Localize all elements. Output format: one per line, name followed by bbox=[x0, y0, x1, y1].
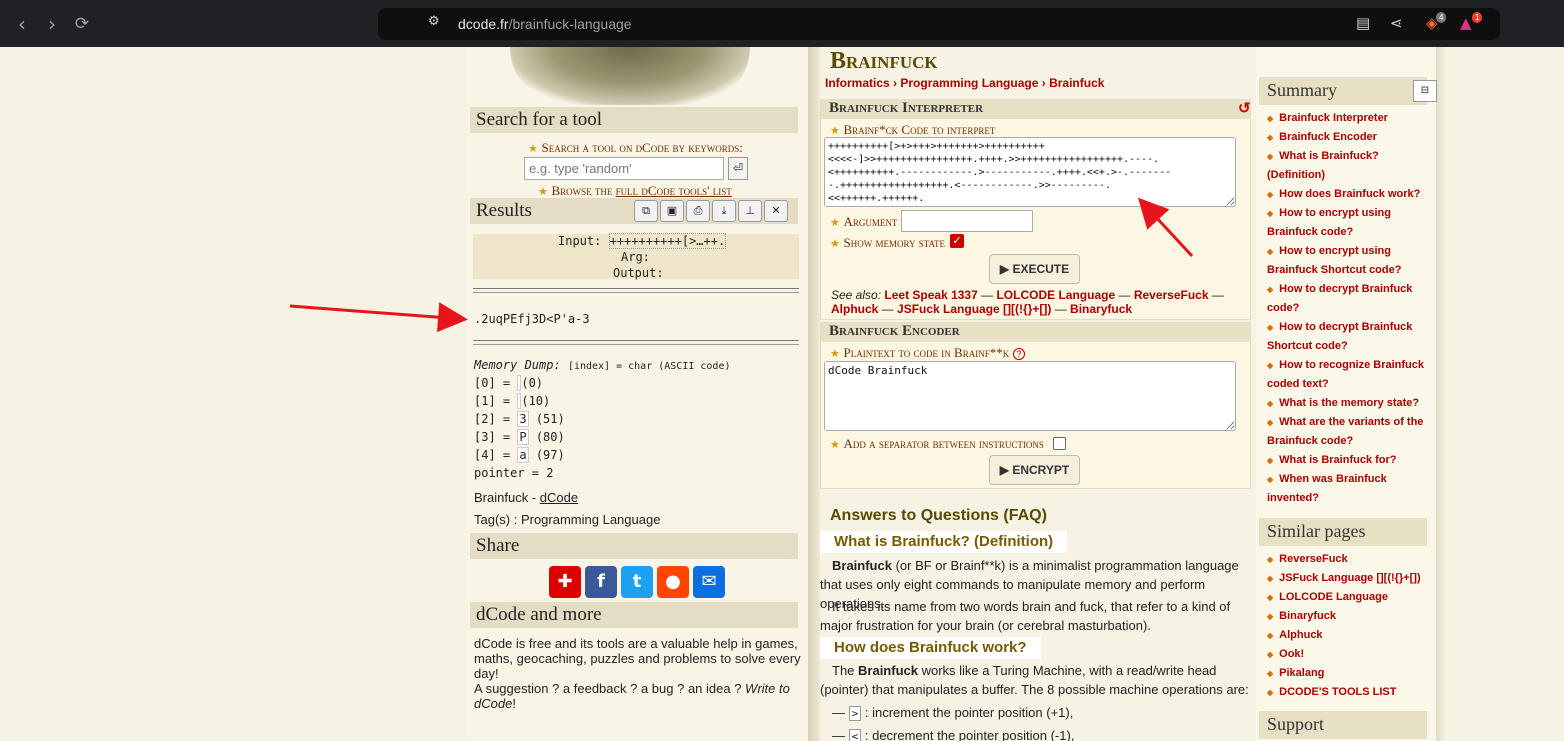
annotation-arrow bbox=[289, 302, 468, 333]
annotation-arrows bbox=[289, 197, 1194, 333]
annotation-arrow bbox=[1137, 197, 1194, 258]
